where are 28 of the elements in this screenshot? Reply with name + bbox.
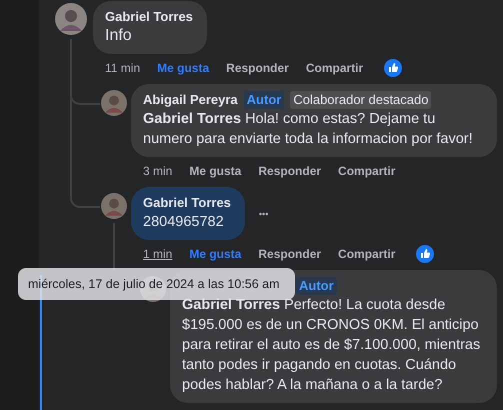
comment-action-link[interactable]: Responder [258,164,322,178]
author-badge: Autor [296,277,337,295]
comment-action-link[interactable]: Compartir [338,247,396,261]
more-options-icon[interactable]: ••• [258,208,268,218]
comment-text: Info [105,26,133,46]
comment-time[interactable]: 3 min [143,164,172,178]
author-name[interactable]: Gabriel Torres [143,194,231,212]
comment-action-link[interactable]: Responder [226,61,289,75]
comment-time[interactable]: 11 min [105,61,140,75]
date-tooltip: miércoles, 17 de julio de 2024 a las 10:56 am [18,268,295,300]
featured-contributor-badge: Colaborador destacado [290,91,432,109]
avatar[interactable] [101,90,127,116]
avatar[interactable] [101,193,127,219]
author-name[interactable]: Abigail Pereyra [143,91,238,109]
comment-action-link[interactable]: Me gusta [189,247,242,261]
author-name[interactable]: Gabriel Torres [105,8,193,26]
comment-action-link[interactable]: Responder [258,247,322,261]
author-badge: Autor [244,91,284,109]
avatar[interactable] [55,3,87,35]
like-reaction-icon[interactable] [384,59,402,77]
comment-action-link[interactable]: Compartir [306,61,364,75]
comment-action-link[interactable]: Me gusta [157,61,210,75]
comment-time[interactable]: 1 min [143,247,172,261]
comment-action-link[interactable]: Compartir [338,164,396,178]
comment-text: 2804965782 [143,213,225,232]
comment-text: Gabriel Torres Hola! como estas? Dejame tu numero para enviarte toda la informacion por favor! [143,110,474,149]
comment-action-link[interactable]: Me gusta [189,164,242,178]
like-reaction-icon[interactable] [416,245,434,263]
